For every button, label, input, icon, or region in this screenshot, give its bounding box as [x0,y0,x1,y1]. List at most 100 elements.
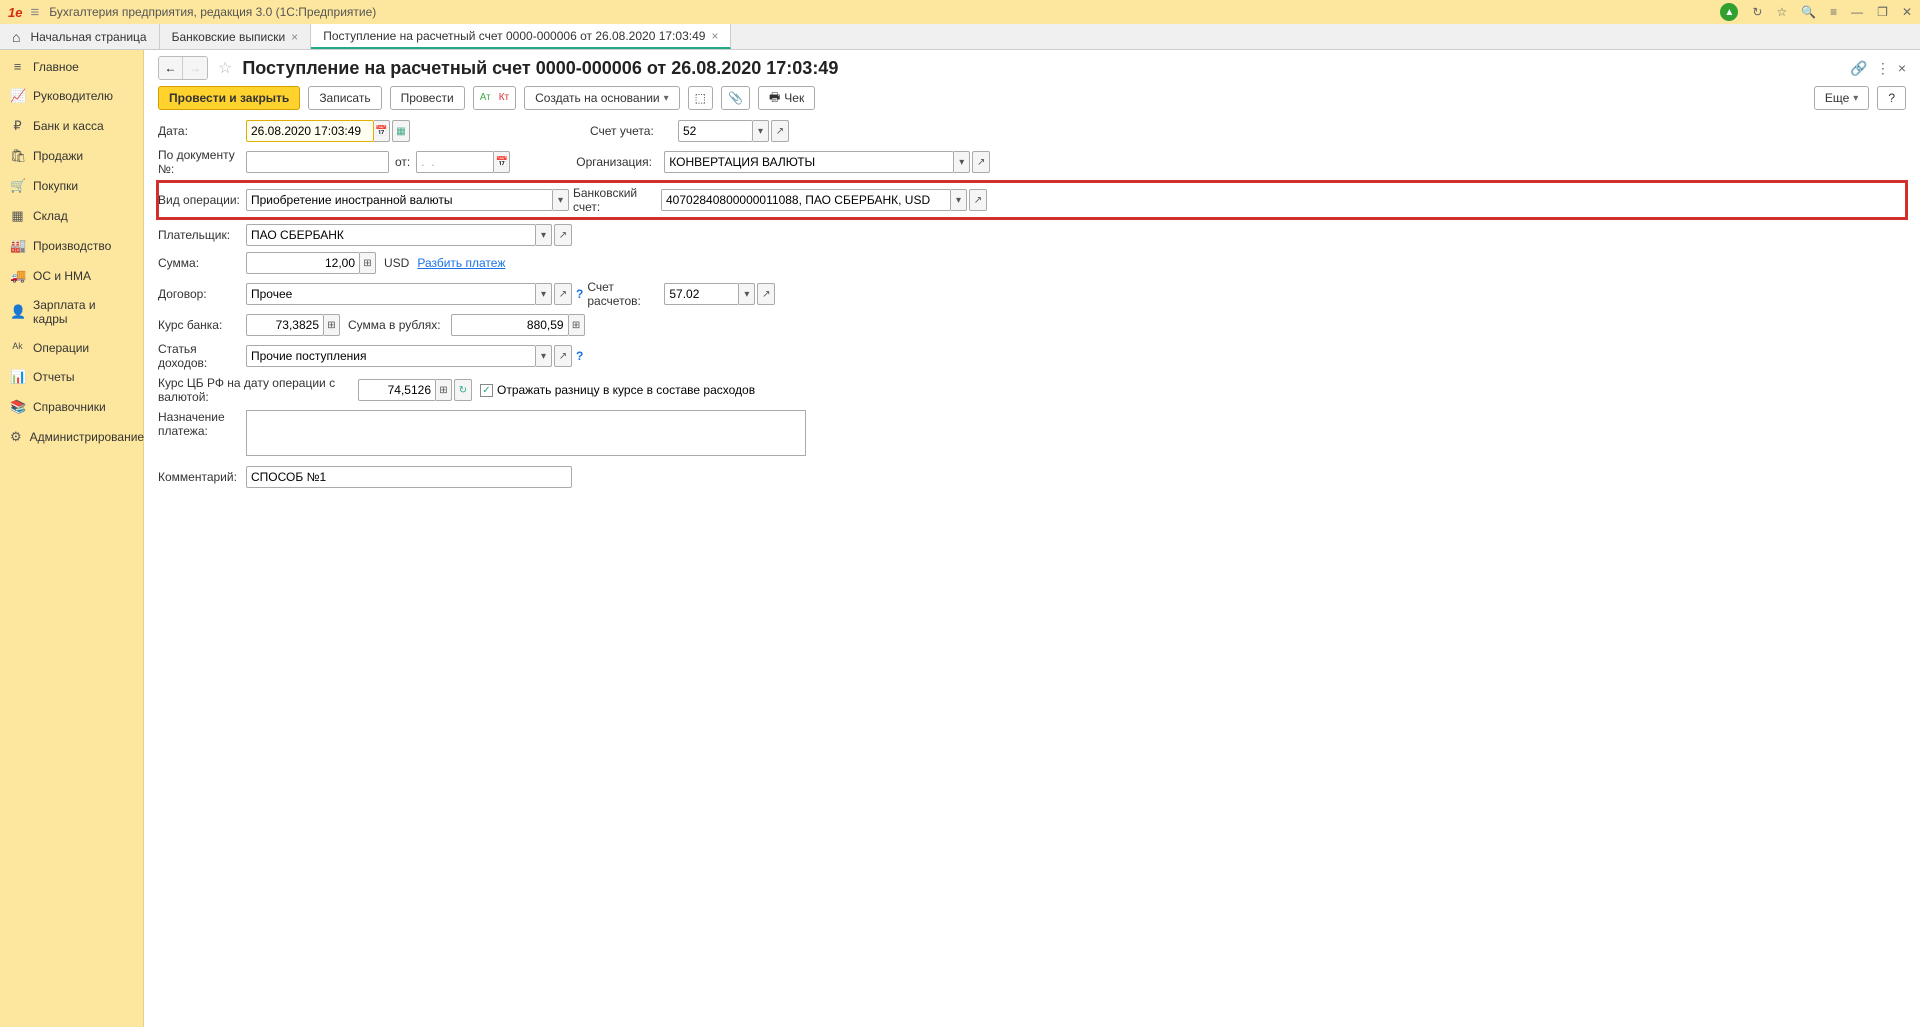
post-and-close-button[interactable]: Провести и закрыть [158,86,300,110]
dropdown-icon[interactable]: ▾ [951,189,967,211]
tab-bank-statements[interactable]: Банковские выписки × [160,24,312,49]
contract-label: Договор: [158,287,246,301]
help-icon[interactable]: ? [576,349,583,363]
close-app-icon[interactable]: ✕ [1902,5,1912,19]
notifications-icon[interactable]: ▲ [1720,3,1738,21]
open-icon[interactable]: ↗ [969,189,987,211]
structure-button[interactable]: ⬚ [688,86,713,110]
logo-1c: 1e [8,5,22,20]
sidebar-item-main[interactable]: ≡Главное [0,52,143,81]
sidebar-item-bank[interactable]: ₽Банк и касса [0,111,143,141]
calculator-icon[interactable]: ⊞ [569,314,585,336]
operation-input[interactable] [251,190,548,210]
sidebar-item-catalogs[interactable]: 📚Справочники [0,392,143,422]
cheque-button[interactable]: 🖶 Чек [758,86,815,110]
minimize-icon[interactable]: — [1851,5,1863,19]
docdate-input[interactable] [421,152,489,172]
sidebar-label: Операции [33,341,89,355]
calendar-icon[interactable]: 📅 [374,120,390,142]
dtkt-button[interactable]: АтКт [473,86,516,110]
docno-input[interactable] [251,152,384,172]
close-icon[interactable]: × [711,29,718,43]
account-input[interactable] [683,121,748,141]
attach-button[interactable]: 📎 [721,86,750,110]
dropdown-icon[interactable]: ▾ [536,345,552,367]
sidebar-item-purchases[interactable]: 🛒Покупки [0,171,143,201]
sum-input[interactable] [251,253,355,273]
bankacc-input[interactable] [666,190,946,210]
payer-input[interactable] [251,225,531,245]
bankrate-input[interactable] [251,315,319,335]
favorite-star-icon[interactable]: ☆ [218,58,232,78]
settle-input[interactable] [669,284,734,304]
sidebar-item-reports[interactable]: 📊Отчеты [0,362,143,392]
dropdown-icon[interactable]: ▾ [753,120,769,142]
dropdown-icon[interactable]: ▾ [553,189,569,211]
sidebar-label: Банк и касса [33,119,104,133]
sum-label: Сумма: [158,256,246,270]
open-icon[interactable]: ↗ [972,151,990,173]
sumrub-input[interactable] [456,315,564,335]
write-button[interactable]: Записать [308,86,381,110]
sidebar-item-operations[interactable]: ᴬᵏОперации [0,333,143,362]
calculator-icon[interactable]: ⊞ [324,314,340,336]
sidebar-label: Руководителю [33,89,113,103]
post-button[interactable]: Провести [390,86,465,110]
tab-home[interactable]: Начальная страница [0,24,160,49]
calculator-icon[interactable]: ⊞ [436,379,452,401]
help-button[interactable]: ? [1877,86,1906,110]
forward-button[interactable]: → [183,57,207,79]
split-payment-link[interactable]: Разбить платеж [417,256,505,270]
menu-icon[interactable]: ≡ [30,4,39,21]
sidebar-item-assets[interactable]: 🚚ОС и НМА [0,261,143,291]
settle-label: Счет расчетов: [587,280,664,308]
more-button[interactable]: Еще [1814,86,1869,110]
history-icon[interactable]: ↻ [1752,5,1762,19]
cbrate-input[interactable] [363,380,431,400]
sidebar-item-warehouse[interactable]: ▦Склад [0,201,143,231]
stamp-icon[interactable]: ▦ [392,120,410,142]
favorites-icon[interactable]: ☆ [1776,5,1787,19]
page-header: ← → ☆ Поступление на расчетный счет 0000… [158,56,1906,80]
cbrate-label: Курс ЦБ РФ на дату операции с валютой: [158,376,358,404]
dropdown-icon[interactable]: ▾ [536,283,552,305]
tab-document[interactable]: Поступление на расчетный счет 0000-00000… [311,24,731,49]
purpose-textarea[interactable] [246,410,806,456]
open-icon[interactable]: ↗ [757,283,775,305]
comment-input[interactable] [251,467,567,487]
truck-icon: 🚚 [10,268,25,284]
contract-input[interactable] [251,284,531,304]
income-input[interactable] [251,346,531,366]
close-icon[interactable]: × [291,30,298,44]
purpose-label: Назначение платежа: [158,410,246,438]
open-icon[interactable]: ↗ [554,283,572,305]
calendar-icon[interactable]: 📅 [494,151,510,173]
sidebar-item-production[interactable]: 🏭Производство [0,231,143,261]
link-icon[interactable]: 🔗 [1850,60,1867,77]
sidebar-item-sales[interactable]: 🛍Продажи [0,141,143,171]
sidebar-item-admin[interactable]: ⚙Администрирование [0,422,143,452]
open-icon[interactable]: ↗ [771,120,789,142]
kebab-icon[interactable]: ⋮ [1876,60,1890,77]
reflect-checkbox[interactable]: ✓ [480,384,493,397]
dropdown-icon[interactable]: ▾ [536,224,552,246]
back-button[interactable]: ← [159,57,183,79]
dropdown-icon[interactable]: ▾ [739,283,755,305]
bankrate-label: Курс банка: [158,318,246,332]
dropdown-icon[interactable]: ▾ [954,151,970,173]
search-icon[interactable]: 🔍 [1801,5,1816,19]
settings-icon[interactable]: ≡ [1830,5,1837,19]
sidebar-item-manager[interactable]: 📈Руководителю [0,81,143,111]
open-icon[interactable]: ↗ [554,224,572,246]
sidebar-item-hr[interactable]: 👤Зарплата и кадры [0,291,143,333]
org-input[interactable] [669,152,949,172]
reports-icon: 📊 [10,369,25,385]
date-input[interactable] [251,121,369,141]
refresh-icon[interactable]: ↻ [454,379,472,401]
calculator-icon[interactable]: ⊞ [360,252,376,274]
close-page-icon[interactable]: × [1898,60,1906,77]
maximize-icon[interactable]: ❐ [1877,5,1888,19]
create-based-button[interactable]: Создать на основании [524,86,680,110]
help-icon[interactable]: ? [576,287,583,301]
open-icon[interactable]: ↗ [554,345,572,367]
